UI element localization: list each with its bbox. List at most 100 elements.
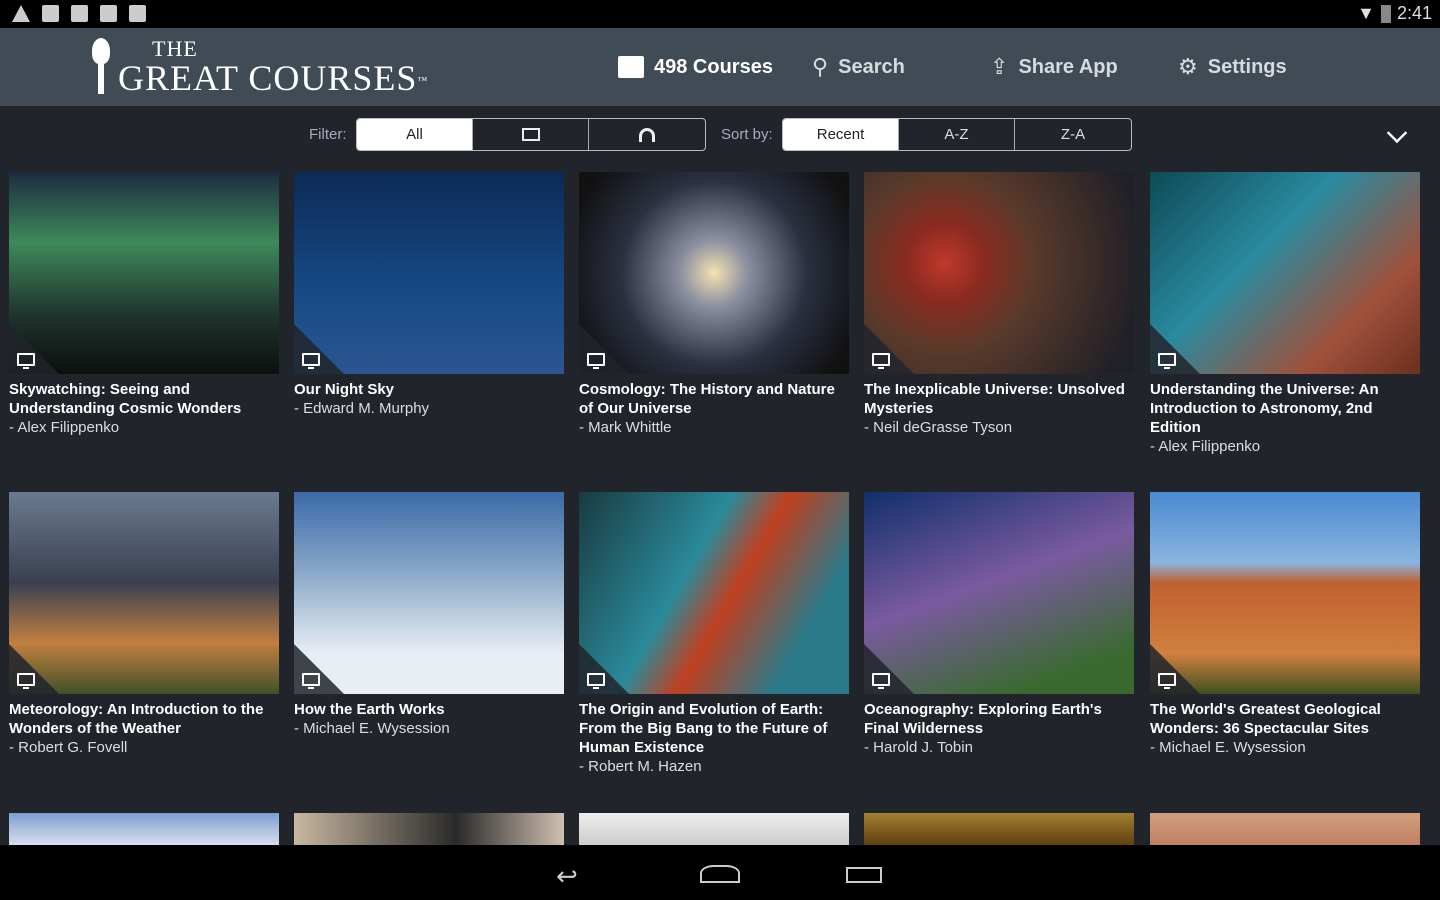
course-card[interactable]: Skywatching: Seeing and Understanding Co… <box>9 172 279 438</box>
logo-the: THE <box>152 36 198 61</box>
course-title[interactable]: Skywatching: Seeing and Understanding Co… <box>9 380 279 418</box>
course-thumbnail[interactable] <box>9 492 279 694</box>
sort-segment: Recent A-Z Z-A <box>782 118 1132 151</box>
download-icon <box>42 5 59 22</box>
clock: 2:41 <box>1396 3 1432 23</box>
system-nav-bar: ↩ <box>0 845 1440 900</box>
course-thumbnail[interactable] <box>9 813 279 845</box>
course-title[interactable]: The World's Greatest Geological Wonders:… <box>1150 700 1420 738</box>
video-icon <box>1158 673 1176 689</box>
course-card[interactable]: The Inexplicable Universe: Unsolved Myst… <box>864 172 1134 438</box>
headphones-icon <box>639 127 655 142</box>
filter-segment: All <box>356 118 706 151</box>
gear-icon: ⚙ <box>1178 54 1198 79</box>
course-thumbnail[interactable] <box>294 813 564 845</box>
course-thumbnail[interactable] <box>864 813 1134 845</box>
share-label: Share App <box>1018 55 1118 78</box>
search-label: Search <box>838 55 905 78</box>
sort-a-z[interactable]: A-Z <box>899 119 1015 150</box>
share-app-button[interactable]: ⇪ Share App <box>990 28 1118 106</box>
sort-label: Sort by: <box>721 126 773 143</box>
course-thumbnail[interactable] <box>579 813 849 845</box>
video-icon <box>17 353 35 369</box>
back-icon[interactable]: ↩ <box>556 861 578 892</box>
course-card[interactable]: The Origin and Evolution of Earth: From … <box>579 492 849 777</box>
courses-label: 498 Courses <box>654 55 773 78</box>
course-title[interactable]: The Inexplicable Universe: Unsolved Myst… <box>864 380 1134 418</box>
course-card[interactable]: How the Earth Works - Michael E. Wysessi… <box>294 492 564 739</box>
course-author: - Michael E. Wysession <box>294 720 450 737</box>
video-icon <box>872 353 890 369</box>
course-author: - Edward M. Murphy <box>294 400 430 417</box>
video-icon <box>872 673 890 689</box>
course-title[interactable]: Oceanography: Exploring Earth's Final Wi… <box>864 700 1134 738</box>
course-card[interactable]: Cosmology: The History and Nature of Our… <box>579 172 849 438</box>
course-thumbnail[interactable] <box>9 172 279 374</box>
courses-button[interactable]: 498 Courses <box>618 28 773 106</box>
course-thumbnail[interactable] <box>864 172 1134 374</box>
course-card[interactable]: Meteorology: An Introduction to the Wond… <box>9 492 279 758</box>
battery-icon <box>1380 4 1391 23</box>
course-thumbnail[interactable] <box>864 492 1134 694</box>
logo-tm: ™ <box>417 75 428 87</box>
course-title[interactable]: Meteorology: An Introduction to the Wond… <box>9 700 279 738</box>
course-author: - Robert G. Fovell <box>9 739 128 756</box>
course-card[interactable]: Our Night Sky - Edward M. Murphy <box>294 172 564 419</box>
course-author: - Michael E. Wysession <box>1150 739 1306 756</box>
course-thumbnail[interactable] <box>1150 492 1420 694</box>
search-button[interactable]: ⚲ Search <box>812 28 905 106</box>
course-author: - Robert M. Hazen <box>579 758 702 775</box>
course-thumbnail[interactable] <box>579 492 849 694</box>
warning-icon <box>12 5 30 22</box>
sort-recent[interactable]: Recent <box>783 119 899 150</box>
logo-name: GREAT COURSES <box>118 58 418 98</box>
recents-icon[interactable] <box>846 867 882 883</box>
video-icon <box>17 673 35 689</box>
course-thumbnail[interactable] <box>579 172 849 374</box>
search-icon: ⚲ <box>812 54 829 79</box>
course-thumbnail[interactable] <box>294 172 564 374</box>
course-title[interactable]: Understanding the Universe: An Introduct… <box>1150 380 1420 437</box>
course-title[interactable]: Cosmology: The History and Nature of Our… <box>579 380 849 418</box>
filter-all[interactable]: All <box>357 119 473 150</box>
course-thumbnail[interactable] <box>1150 172 1420 374</box>
course-title[interactable]: Our Night Sky <box>294 380 564 399</box>
filter-label: Filter: <box>309 126 347 143</box>
course-title[interactable]: The Origin and Evolution of Earth: From … <box>579 700 849 757</box>
play-store-icon <box>129 5 146 22</box>
video-icon <box>302 353 320 369</box>
wifi-icon: ▼ <box>1357 3 1375 23</box>
status-bar: ▼ 2:41 <box>0 0 1440 28</box>
course-card[interactable]: Understanding the Universe: An Introduct… <box>1150 172 1420 457</box>
app-header: THE GREAT COURSES™ 498 Courses ⚲ Search ⇪ S… <box>0 28 1440 106</box>
video-icon <box>302 673 320 689</box>
home-icon[interactable] <box>700 865 740 883</box>
course-thumbnail[interactable] <box>294 492 564 694</box>
course-author: - Neil deGrasse Tyson <box>864 419 1013 436</box>
course-thumbnail[interactable] <box>1150 813 1420 845</box>
course-author: - Alex Filippenko <box>9 419 120 436</box>
course-card[interactable]: The World's Greatest Geological Wonders:… <box>1150 492 1420 758</box>
video-icon <box>587 353 605 369</box>
filter-audio[interactable] <box>589 119 705 150</box>
course-author: - Alex Filippenko <box>1150 438 1261 455</box>
torch-icon <box>88 38 114 96</box>
video-icon <box>1158 353 1176 369</box>
courses-stack-icon <box>618 56 644 78</box>
image-icon <box>71 5 88 22</box>
course-author: - Harold J. Tobin <box>864 739 973 756</box>
video-icon <box>587 673 605 689</box>
great-courses-logo[interactable]: THE GREAT COURSES™ <box>88 38 427 96</box>
chevron-down-icon[interactable] <box>1386 122 1408 144</box>
sort-z-a[interactable]: Z-A <box>1015 119 1131 150</box>
filter-bar: Filter: All Sort by: Recent A-Z Z-A <box>0 106 1440 162</box>
filter-video[interactable] <box>473 119 589 150</box>
course-card[interactable]: Oceanography: Exploring Earth's Final Wi… <box>864 492 1134 758</box>
settings-button[interactable]: ⚙ Settings <box>1178 28 1287 106</box>
course-author: - Mark Whittle <box>579 419 672 436</box>
share-icon: ⇪ <box>990 54 1009 79</box>
monitor-icon <box>521 128 540 141</box>
settings-label: Settings <box>1207 55 1287 78</box>
course-title[interactable]: How the Earth Works <box>294 700 564 719</box>
barcode-icon <box>100 5 117 22</box>
